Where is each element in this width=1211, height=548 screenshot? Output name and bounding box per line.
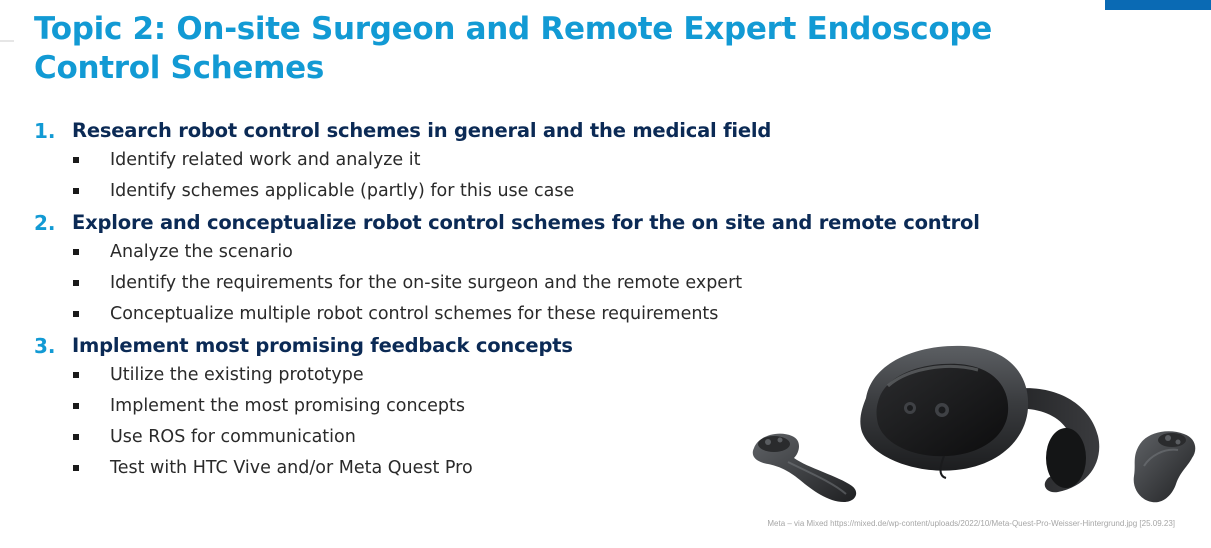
bullet-text: Analyze the scenario [110,242,293,263]
left-edge-rule [0,40,14,42]
slide-title: Topic 2: On-site Surgeon and Remote Expe… [34,11,992,86]
section-1: 1. Research robot control schemes in gen… [0,117,1000,209]
vr-headset-with-controllers-icon [748,336,1203,514]
bullet-text: Identify the requirements for the on-sit… [110,273,743,294]
square-bullet-icon [73,187,79,194]
right-controller-icon [1133,431,1196,503]
list-item: Identify related work and analyze it [0,148,1000,179]
list-item: Identify the requirements for the on-sit… [0,271,1000,302]
section-1-bullet-list: Identify related work and analyze it Ide… [0,148,1000,209]
headset-icon [860,345,1100,493]
list-item: Analyze the scenario [0,240,1000,271]
image-caption: Meta – via Mixed https://mixed.de/wp-con… [767,519,1175,528]
square-bullet-icon [73,403,79,410]
list-item: Conceptualize multiple robot control sch… [0,302,1000,333]
bullet-text: Identify schemes applicable (partly) for… [110,180,575,201]
section-2: 2. Explore and conceptualize robot contr… [0,209,1000,332]
square-bullet-icon [73,372,79,379]
section-2-title: Explore and conceptualize robot control … [72,211,980,235]
square-bullet-icon [73,157,79,163]
bullet-text: Use ROS for communication [110,426,356,447]
bullet-text: Implement the most promising concepts [110,396,466,417]
bullet-text: Conceptualize multiple robot control sch… [110,303,719,324]
square-bullet-icon [73,433,79,440]
square-bullet-icon [73,280,79,287]
list-item: Identify schemes applicable (partly) for… [0,179,1000,210]
bullet-text: Test with HTC Vive and/or Meta Quest Pro [110,457,473,478]
square-bullet-icon [73,249,79,256]
corner-accent-bar [1105,0,1211,10]
section-2-bullet-list: Analyze the scenario Identify the requir… [0,240,1000,332]
left-controller-icon [752,433,857,502]
section-2-heading: 2. Explore and conceptualize robot contr… [0,209,1000,240]
section-1-number: 1. [34,119,56,143]
bullet-text: Identify related work and analyze it [110,150,421,170]
section-3-number: 3. [34,334,56,359]
bullet-text: Utilize the existing prototype [110,365,364,386]
section-2-number: 2. [34,211,56,236]
square-bullet-icon [73,310,79,317]
square-bullet-icon [73,464,79,471]
section-1-title: Research robot control schemes in genera… [72,119,772,142]
section-3-title: Implement most promising feedback concep… [72,334,573,358]
section-1-heading: 1. Research robot control schemes in gen… [0,117,1000,148]
